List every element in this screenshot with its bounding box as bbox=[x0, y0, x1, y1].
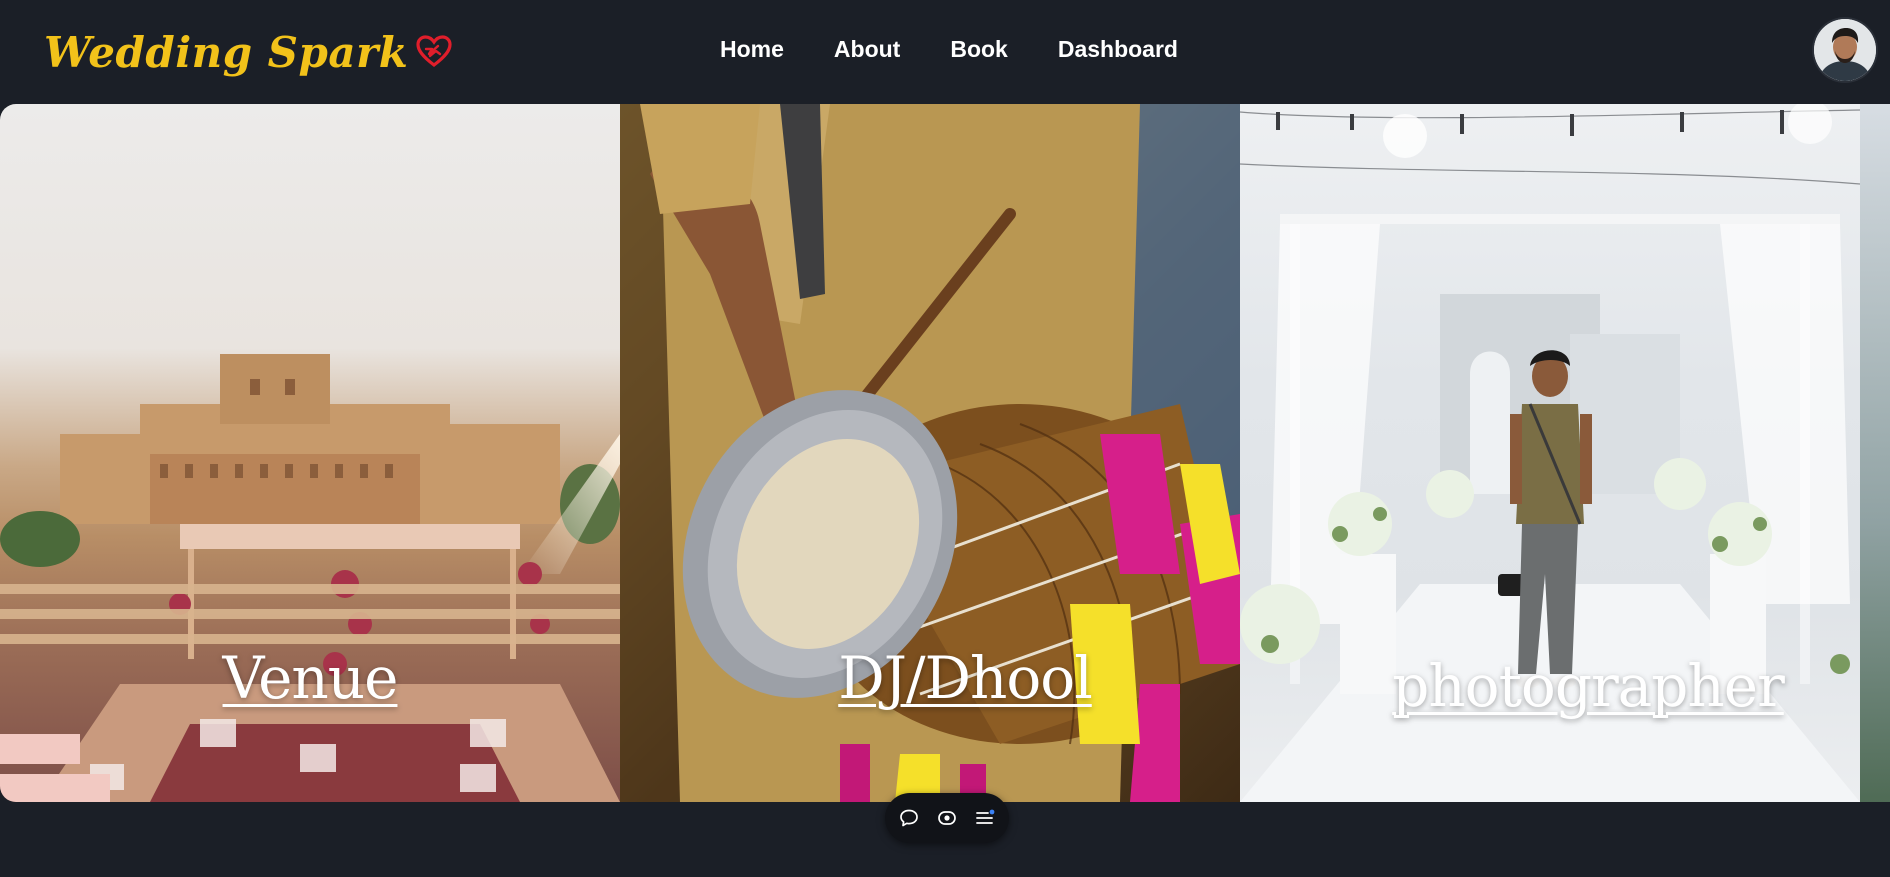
photographer-title[interactable]: photographer bbox=[1278, 652, 1860, 720]
photographer-card[interactable]: photographer bbox=[1240, 104, 1860, 802]
next-card-partial[interactable] bbox=[1860, 104, 1890, 802]
menu-button[interactable] bbox=[973, 806, 997, 830]
nav-home-link[interactable]: Home bbox=[720, 36, 784, 63]
venue-card[interactable]: Venue bbox=[0, 104, 620, 802]
menu-list-icon bbox=[976, 809, 995, 824]
top-navbar: Wedding Spark Home About Book Dashboard bbox=[0, 0, 1890, 104]
dj-dhool-title[interactable]: DJ/Dhool bbox=[655, 644, 1240, 712]
preview-button[interactable] bbox=[935, 806, 959, 830]
brand-name: Wedding Spark bbox=[44, 27, 409, 77]
dj-dhool-card[interactable]: DJ/Dhool bbox=[620, 104, 1240, 802]
nav-book-link[interactable]: Book bbox=[950, 36, 1008, 63]
comment-button[interactable] bbox=[897, 806, 921, 830]
floating-toolbar bbox=[885, 793, 1009, 843]
brand-logo[interactable]: Wedding Spark bbox=[44, 22, 452, 82]
main-nav: Home About Book Dashboard bbox=[720, 36, 1178, 63]
user-avatar-icon bbox=[1814, 19, 1876, 81]
heart-icon bbox=[416, 35, 452, 68]
user-avatar[interactable] bbox=[1814, 19, 1876, 81]
category-gallery: Venue DJ/Dhool photographer bbox=[0, 104, 1890, 802]
nav-dashboard-link[interactable]: Dashboard bbox=[1058, 36, 1178, 63]
nav-about-link[interactable]: About bbox=[834, 36, 900, 63]
comment-icon bbox=[900, 809, 918, 827]
venue-title[interactable]: Venue bbox=[0, 644, 620, 712]
eye-icon bbox=[938, 811, 956, 825]
